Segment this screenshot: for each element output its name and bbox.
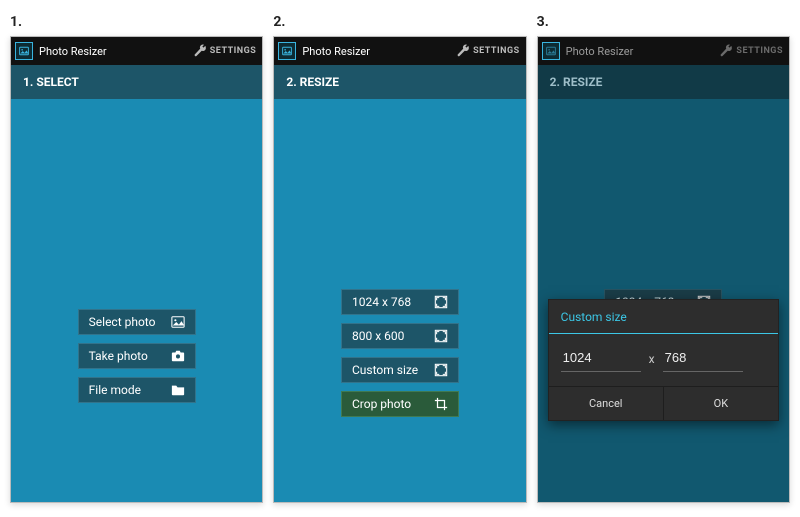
button-stack: Select photo Take photo File mode: [78, 309, 196, 403]
step-number: 2.: [273, 14, 526, 30]
cancel-button[interactable]: Cancel: [549, 387, 663, 420]
dimension-separator: x: [649, 352, 655, 366]
content-area: Select photo Take photo File mode: [11, 99, 262, 502]
resize-800-button[interactable]: 800 x 600: [341, 323, 459, 349]
panel-3: 3. Photo Resizer SETTINGS 2. RESIZE 1024…: [537, 14, 790, 503]
resize-icon: [434, 329, 448, 343]
camera-icon: [171, 349, 185, 363]
app-title: Photo Resizer: [39, 45, 107, 58]
dialog-actions: Cancel OK: [549, 386, 778, 420]
dialog-body: x: [549, 334, 778, 386]
resize-icon: [434, 363, 448, 377]
wrench-icon: [193, 44, 207, 58]
image-icon: [171, 315, 185, 329]
file-mode-button[interactable]: File mode: [78, 377, 196, 403]
width-input[interactable]: [561, 346, 641, 372]
phone-screen-3: Photo Resizer SETTINGS 2. RESIZE 1024 x …: [537, 36, 790, 503]
phone-screen-1: Photo Resizer SETTINGS 1. SELECT Select …: [10, 36, 263, 503]
step-header: 2. RESIZE: [538, 65, 789, 99]
height-input[interactable]: [663, 346, 743, 372]
settings-button[interactable]: SETTINGS: [719, 44, 783, 58]
take-photo-button[interactable]: Take photo: [78, 343, 196, 369]
settings-button[interactable]: SETTINGS: [193, 44, 257, 58]
crop-icon: [434, 397, 448, 411]
resize-1024-button[interactable]: 1024 x 768: [341, 289, 459, 315]
step-header: 1. SELECT: [11, 65, 262, 99]
select-photo-button[interactable]: Select photo: [78, 309, 196, 335]
crop-photo-button[interactable]: Crop photo: [341, 391, 459, 417]
step-number: 1.: [10, 14, 263, 30]
tutorial-row: 1. Photo Resizer SETTINGS 1. SELECT Sele…: [0, 0, 800, 517]
ok-button[interactable]: OK: [663, 387, 778, 420]
app-logo-icon: [15, 42, 33, 60]
settings-button[interactable]: SETTINGS: [456, 44, 520, 58]
dialog-title: Custom size: [549, 300, 778, 334]
wrench-icon: [456, 44, 470, 58]
button-stack: 1024 x 768 800 x 600 Custom size Crop ph…: [341, 289, 459, 417]
panel-2: 2. Photo Resizer SETTINGS 2. RESIZE 1024…: [273, 14, 526, 503]
content-area: 1024 x 768 800 x 600 Custom size Crop ph…: [538, 99, 789, 502]
step-header: 2. RESIZE: [274, 65, 525, 99]
title-bar: Photo Resizer SETTINGS: [538, 37, 789, 65]
folder-icon: [171, 383, 185, 397]
app-title: Photo Resizer: [566, 45, 634, 58]
step-number: 3.: [537, 14, 790, 30]
app-logo-icon: [542, 42, 560, 60]
title-bar: Photo Resizer SETTINGS: [11, 37, 262, 65]
panel-1: 1. Photo Resizer SETTINGS 1. SELECT Sele…: [10, 14, 263, 503]
wrench-icon: [719, 44, 733, 58]
app-title: Photo Resizer: [302, 45, 370, 58]
title-bar: Photo Resizer SETTINGS: [274, 37, 525, 65]
app-logo-icon: [278, 42, 296, 60]
custom-size-dialog: Custom size x Cancel OK: [548, 299, 779, 421]
content-area: 1024 x 768 800 x 600 Custom size Crop ph…: [274, 99, 525, 502]
custom-size-button[interactable]: Custom size: [341, 357, 459, 383]
phone-screen-2: Photo Resizer SETTINGS 2. RESIZE 1024 x …: [273, 36, 526, 503]
resize-icon: [434, 295, 448, 309]
